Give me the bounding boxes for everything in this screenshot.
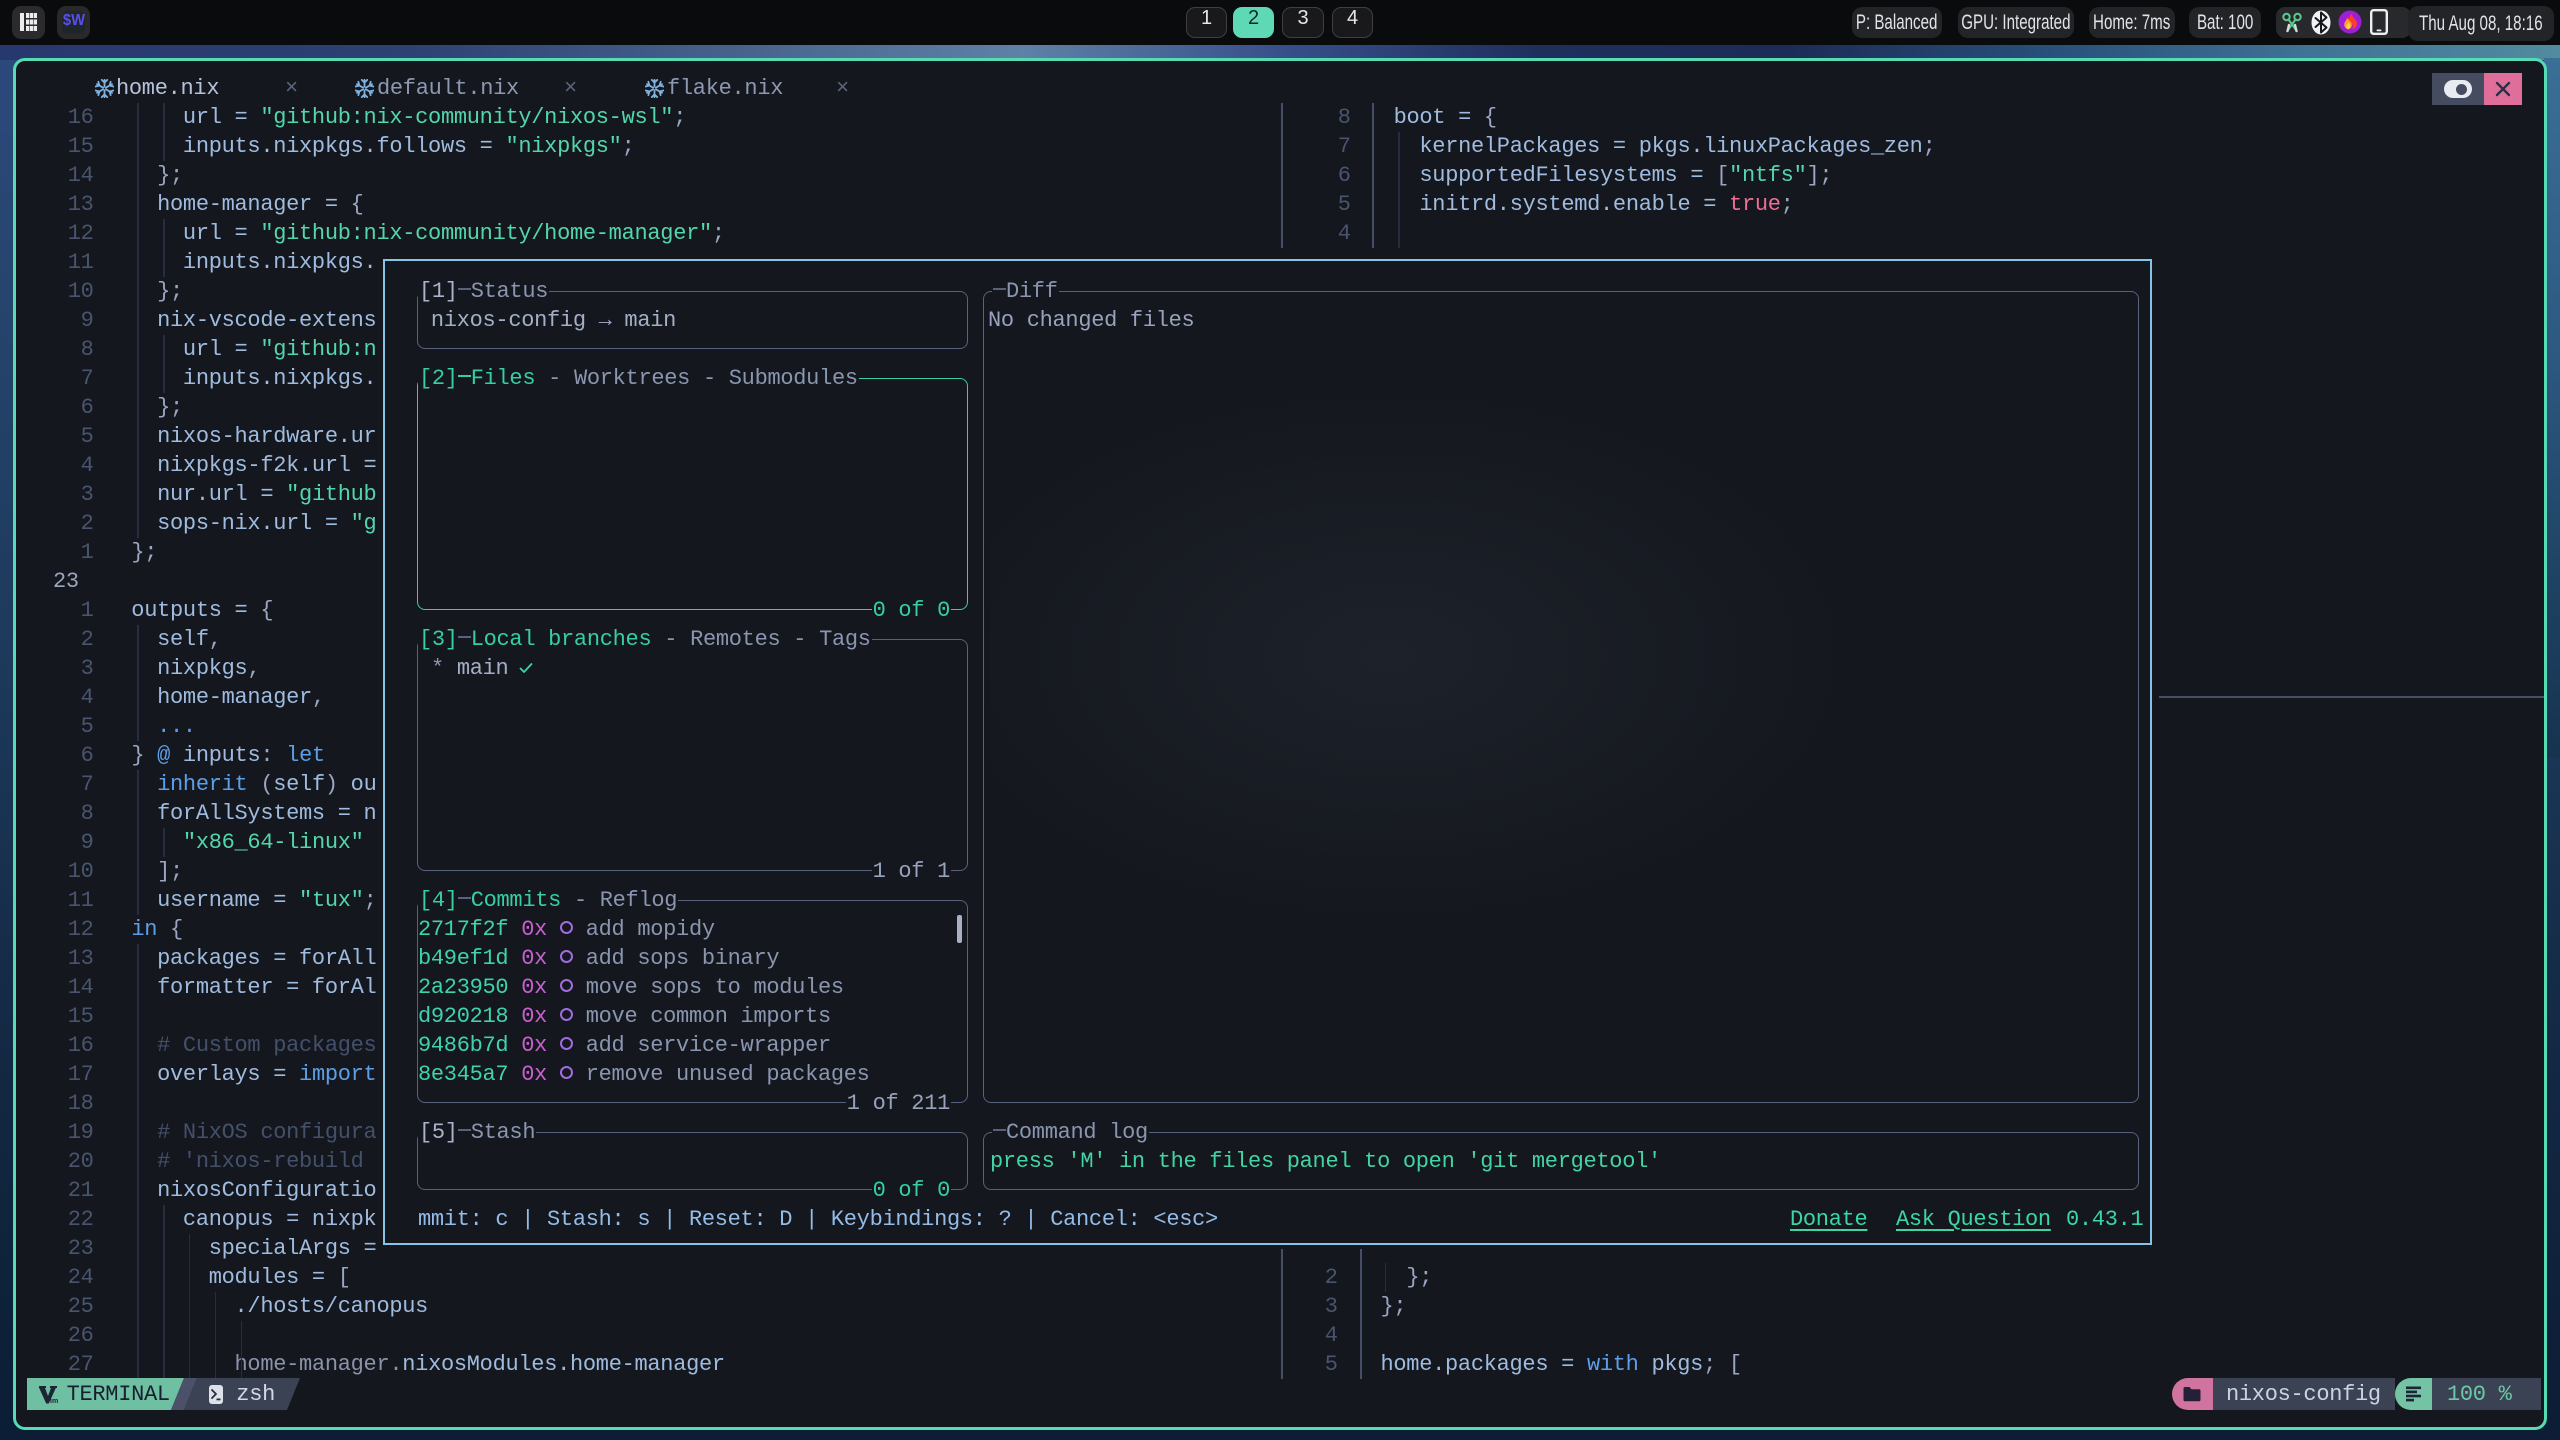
svg-text:im: im	[50, 1398, 58, 1404]
